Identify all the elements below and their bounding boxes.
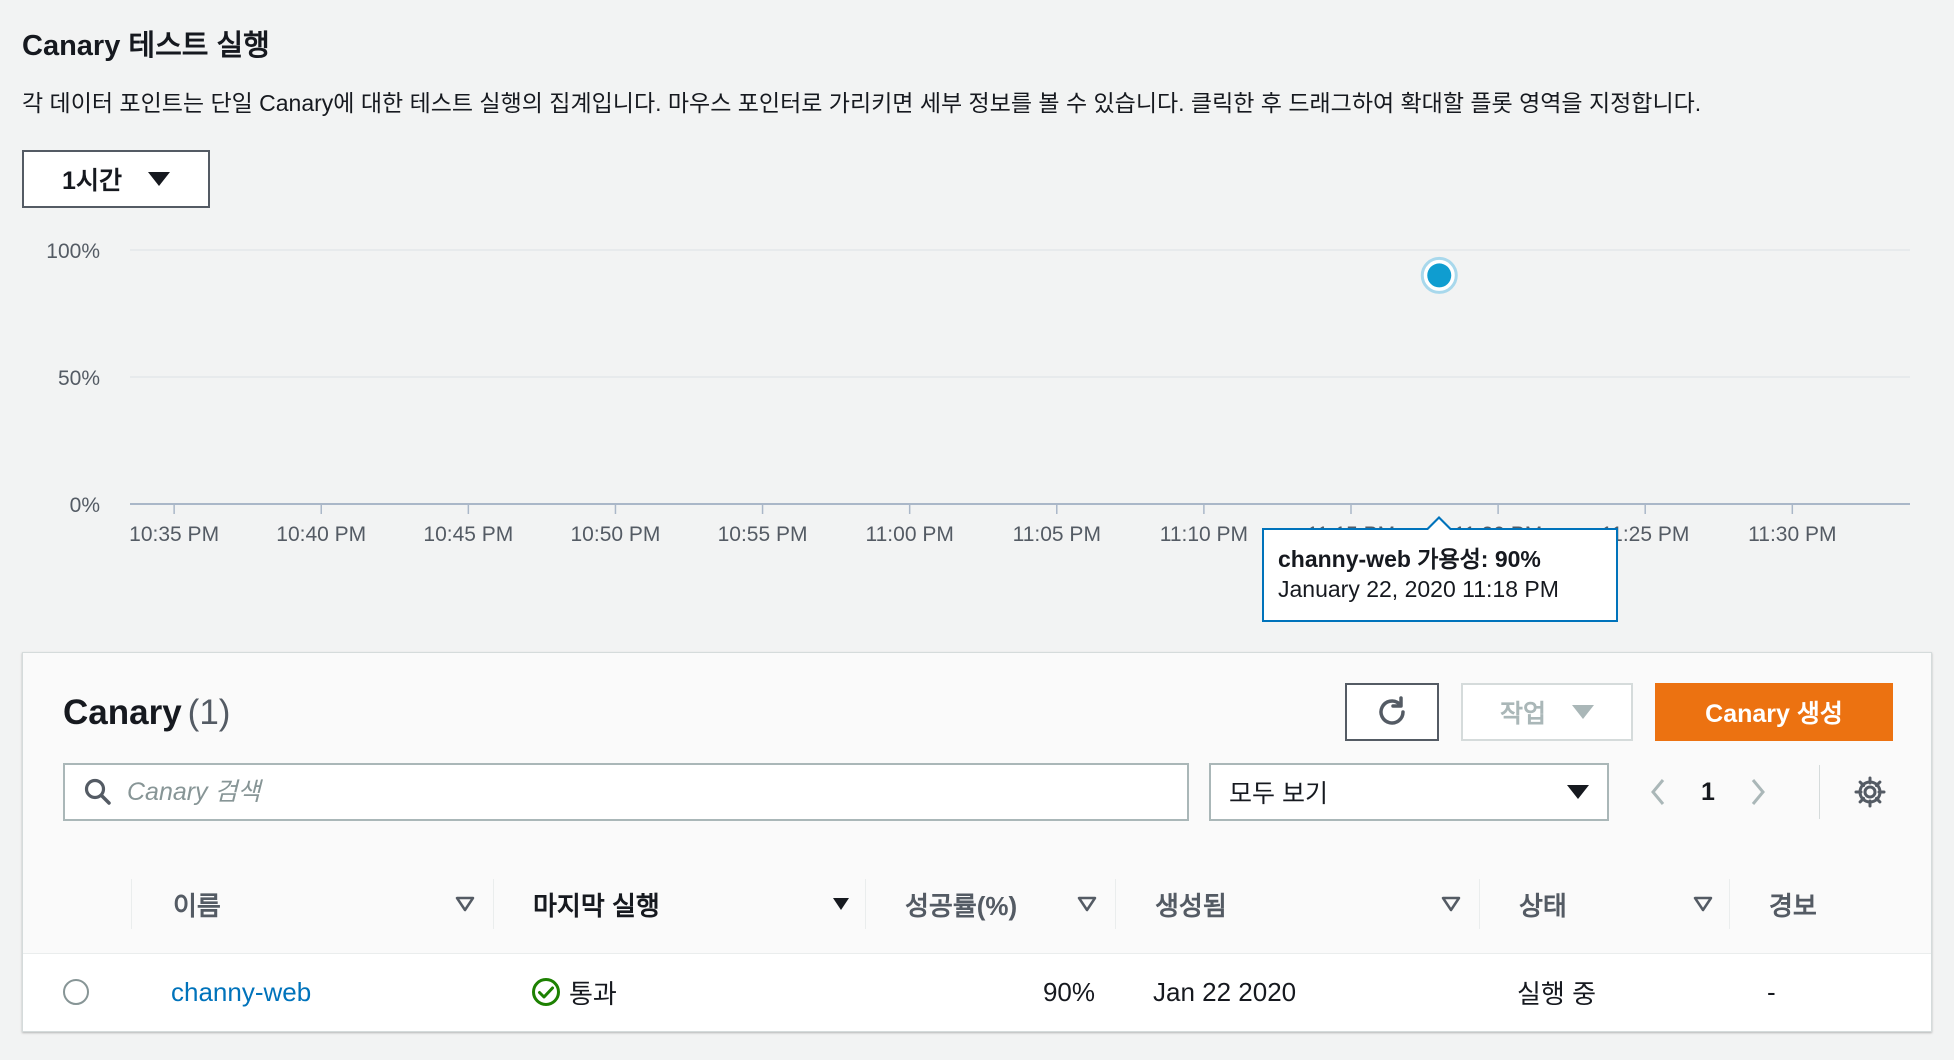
row-radio[interactable] — [63, 979, 89, 1005]
x-tick-label: 11:10 PM — [1160, 523, 1248, 546]
column-label: 마지막 실행 — [533, 890, 660, 921]
column-header-created[interactable]: 생성됨 — [1155, 855, 1461, 953]
panel-title-text: Canary — [63, 693, 182, 732]
time-range-value: 1시간 — [62, 167, 122, 195]
column-label: 이름 — [173, 890, 221, 921]
column-header-last-run[interactable]: 마지막 실행 — [533, 855, 851, 953]
gear-icon[interactable] — [1853, 775, 1887, 809]
caret-down-icon — [1567, 785, 1589, 799]
y-tick-label: 100% — [46, 240, 100, 263]
search-box — [63, 763, 1189, 821]
status-value: 실행 중 — [1517, 978, 1596, 1009]
tooltip-title: channy-web 가용성: 90% — [1278, 546, 1541, 572]
x-tick-label: 11:00 PM — [866, 523, 954, 546]
column-label: 경보 — [1769, 890, 1817, 921]
created-value: Jan 22 2020 — [1153, 976, 1297, 1007]
current-page[interactable]: 1 — [1701, 778, 1715, 807]
column-label: 상태 — [1519, 890, 1567, 921]
section-description: 각 데이터 포인트는 단일 Canary에 대한 테스트 실행의 집계입니다. … — [22, 90, 1702, 116]
column-divider — [865, 879, 866, 929]
table-row[interactable]: channy-web 통과 90% Jan 22 2020 실행 중 - — [23, 953, 1931, 1031]
pagination: 1 — [1649, 763, 1767, 821]
canaries-panel: Canary(1) 작업 Canary 생성 모두 보기 — [22, 652, 1932, 1032]
cell-last-run: 통과 — [531, 953, 617, 1031]
y-tick-label: 50% — [58, 367, 100, 390]
y-tick-label: 0% — [70, 494, 100, 517]
table-header: 이름 마지막 실행 성공률(%) 생성됨 상태 경보 — [23, 855, 1931, 954]
create-canary-button[interactable]: Canary 생성 — [1655, 683, 1893, 741]
chevron-left-icon[interactable] — [1649, 777, 1667, 807]
filter-select[interactable]: 모두 보기 — [1209, 763, 1609, 821]
search-input[interactable] — [125, 776, 1129, 808]
caret-down-icon — [147, 172, 170, 186]
x-tick-label: 10:50 PM — [571, 523, 661, 546]
column-header-success-rate[interactable]: 성공률(%) — [905, 855, 1097, 953]
x-tick-label: 11:05 PM — [1013, 523, 1101, 546]
sort-icon — [455, 896, 475, 912]
column-label: 성공률(%) — [905, 890, 1018, 921]
x-tick-label: 10:35 PM — [129, 523, 219, 546]
chart-svg: 100% 50% 0% 10:35 PM 10:40 PM 10:45 PM 10:50 P… — [46, 240, 1910, 546]
sort-icon — [1441, 896, 1461, 912]
section-title: Canary 테스트 실행 — [22, 30, 270, 62]
x-tick-label: 10:40 PM — [276, 523, 366, 546]
column-divider — [493, 879, 494, 929]
cell-name: channy-web — [171, 953, 311, 1031]
time-range-select[interactable]: 1시간 — [22, 150, 210, 208]
check-circle-icon — [532, 978, 560, 1006]
sort-icon — [1077, 896, 1097, 912]
refresh-icon — [1379, 696, 1405, 725]
alarms-value: - — [1767, 976, 1776, 1007]
x-tick-label: 11:30 PM — [1748, 523, 1836, 546]
column-divider — [131, 879, 132, 929]
column-header-alarms[interactable]: 경보 — [1769, 855, 1889, 953]
column-header-status[interactable]: 상태 — [1519, 855, 1713, 953]
sort-desc-icon — [833, 898, 849, 910]
panel-count: (1) — [187, 693, 231, 732]
panel-header: Canary(1) 작업 Canary 생성 모두 보기 — [23, 653, 1931, 856]
x-tick-label: 10:55 PM — [718, 523, 808, 546]
cell-created: Jan 22 2020 — [1153, 953, 1296, 1031]
caret-down-icon — [1572, 705, 1594, 719]
sort-icon — [1693, 896, 1713, 912]
cell-status: 실행 중 — [1517, 953, 1596, 1031]
x-tick-label: 10:45 PM — [423, 523, 513, 546]
panel-title: Canary (1) — [63, 693, 230, 733]
search-icon — [84, 778, 111, 805]
tooltip-subtitle: January 22, 2020 11:18 PM — [1278, 576, 1559, 602]
column-label: 생성됨 — [1155, 890, 1227, 921]
success-rate-value: 90% — [1042, 976, 1095, 1007]
last-run-status: 통과 — [569, 978, 617, 1009]
data-point — [1427, 263, 1452, 288]
column-divider — [1729, 879, 1730, 929]
column-divider — [1115, 879, 1116, 929]
actions-label: 작업 — [1499, 700, 1546, 728]
cell-success-rate: 90% — [905, 953, 1095, 1031]
column-divider — [1479, 879, 1480, 929]
refresh-button[interactable] — [1345, 683, 1439, 741]
cell-alarms: - — [1767, 953, 1776, 1031]
canary-name-link[interactable]: channy-web — [171, 977, 311, 1008]
actions-button[interactable]: 작업 — [1461, 683, 1633, 741]
chart-tooltip: channy-web 가용성: 90% January 22, 2020 11:… — [1262, 516, 1618, 622]
canary-runs-chart[interactable]: 100% 50% 0% 10:35 PM 10:40 PM 10:45 PM 10:50 P… — [0, 220, 1954, 832]
chevron-right-icon[interactable] — [1749, 777, 1767, 807]
column-header-name[interactable]: 이름 — [173, 855, 475, 953]
row-select-cell — [63, 953, 89, 1031]
filter-value: 모두 보기 — [1229, 780, 1328, 808]
pager-divider — [1819, 765, 1820, 819]
